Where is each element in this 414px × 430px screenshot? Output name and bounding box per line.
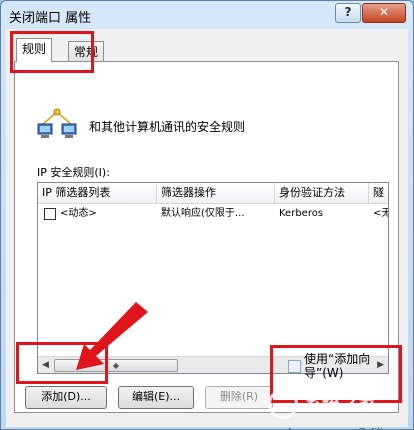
watermark-text: 系统之家 [304,394,376,415]
watermark-logo-icon [268,389,298,419]
tab-rules[interactable]: 规则 [16,38,53,62]
site-watermark: 系统之家 [262,385,412,425]
red-arrow-icon [76,302,148,370]
